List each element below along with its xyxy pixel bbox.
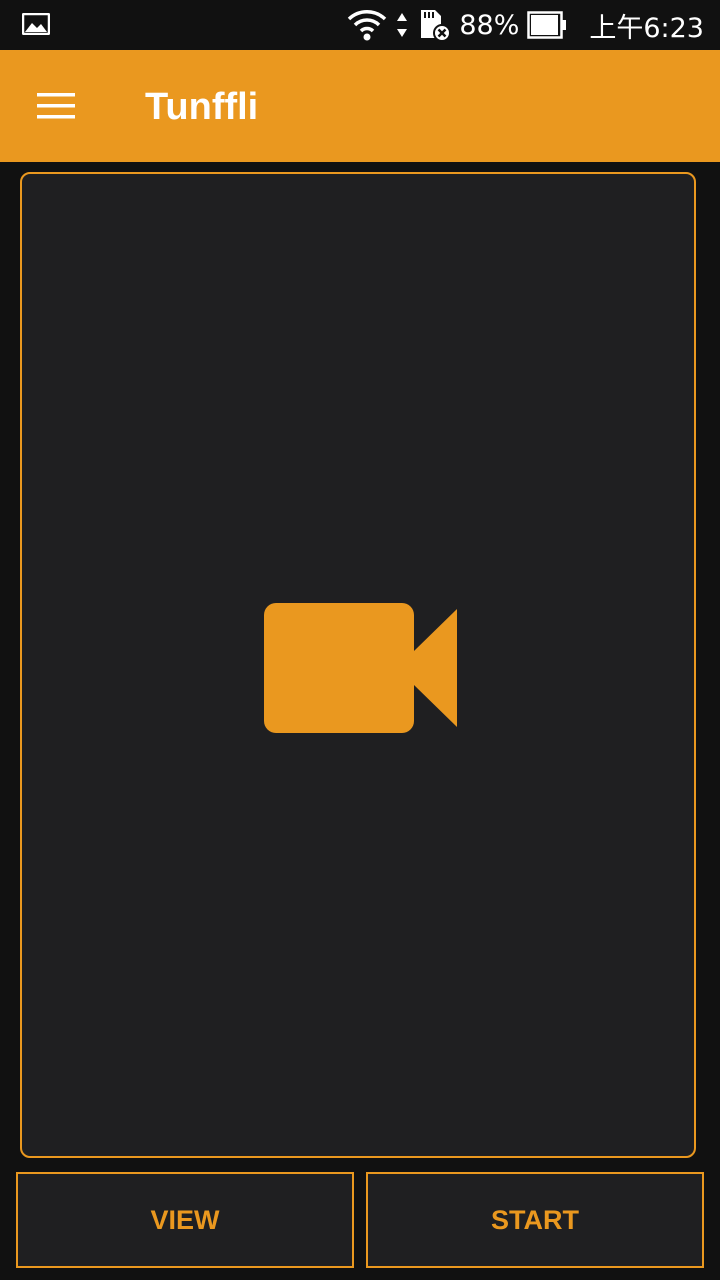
status-bar-right: 88% 上午6:23 bbox=[347, 0, 704, 50]
wifi-icon bbox=[348, 10, 387, 41]
start-button[interactable]: START bbox=[366, 1172, 704, 1268]
sd-card-error-icon bbox=[421, 10, 452, 42]
video-camera-icon[interactable] bbox=[264, 603, 458, 733]
battery-percent: 88% bbox=[459, 9, 520, 41]
app-title: Tunffli bbox=[145, 86, 259, 128]
status-bar: 88% 上午6:23 bbox=[0, 0, 720, 50]
image-notification-icon bbox=[22, 13, 50, 35]
view-button-label: VIEW bbox=[150, 1204, 220, 1235]
data-arrows-icon bbox=[397, 13, 408, 37]
menu-button[interactable] bbox=[22, 75, 90, 137]
battery-icon bbox=[527, 11, 567, 39]
status-time: 上午6:23 bbox=[589, 12, 704, 44]
view-button[interactable]: VIEW bbox=[16, 1172, 354, 1268]
start-button-label: START bbox=[491, 1204, 579, 1235]
camera-preview[interactable] bbox=[20, 172, 696, 1158]
hamburger-menu-icon bbox=[37, 93, 75, 119]
app-bar: Tunffli bbox=[0, 50, 720, 162]
